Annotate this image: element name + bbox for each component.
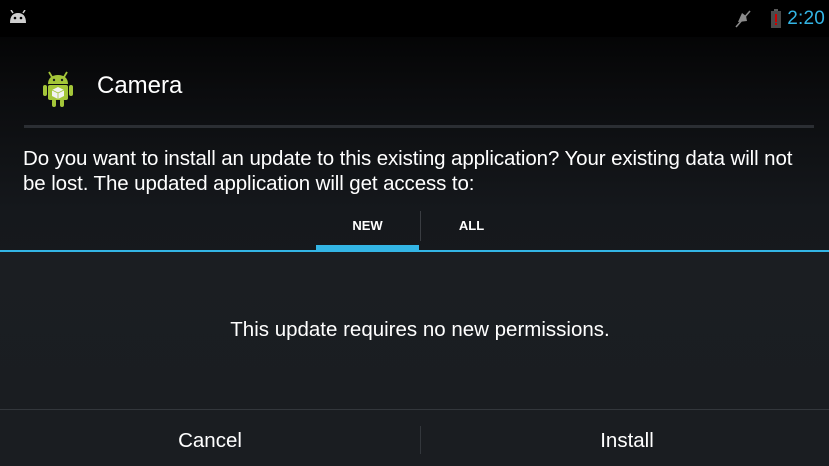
status-bar: 2:20 [0, 0, 829, 37]
android-app-icon [43, 71, 73, 107]
tab-separator [420, 211, 421, 241]
app-name-title: Camera [97, 72, 183, 99]
muted-sound-icon [735, 9, 751, 28]
status-clock: 2:20 [787, 7, 825, 29]
no-new-permissions-text: This update requires no new permissions. [230, 318, 610, 341]
android-notification-icon [10, 10, 26, 23]
header-divider [24, 125, 814, 128]
install-dialog-screen: 2:20 Camera Do you want to install an up… [0, 0, 829, 466]
dialog-button-bar: Cancel Install [0, 409, 829, 466]
install-update-message: Do you want to install an update to this… [23, 147, 793, 195]
dialog-header: Camera [0, 59, 182, 119]
install-button[interactable]: Install [421, 410, 829, 466]
tab-all[interactable]: ALL [420, 205, 523, 251]
cancel-button[interactable]: Cancel [0, 410, 420, 466]
low-battery-icon [771, 9, 782, 28]
status-indicators: 2:20 [735, 0, 825, 37]
